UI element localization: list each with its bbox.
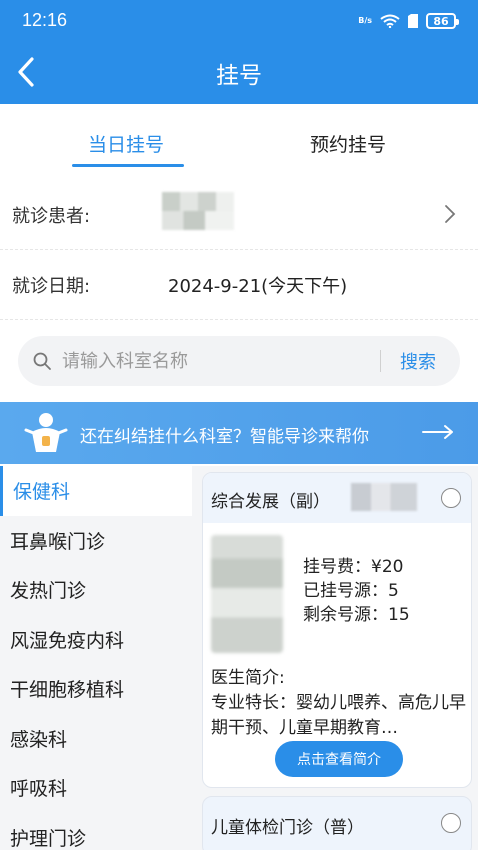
- battery-indicator: 86: [426, 13, 459, 29]
- doctor-title: 综合发展（副）: [211, 492, 330, 512]
- patient-label: 就诊患者:: [12, 206, 91, 227]
- dept-item-nursing[interactable]: 护理门诊: [0, 812, 192, 850]
- tab-bar: 当日挂号 预约挂号: [0, 104, 478, 168]
- dept-item-ent[interactable]: 耳鼻喉门诊: [0, 515, 192, 565]
- dept-item-respiratory[interactable]: 呼吸科: [0, 763, 192, 813]
- remaining-count: 剩余号源：15: [303, 605, 410, 625]
- doctor-name-redacted: [351, 483, 417, 511]
- smart-guide-banner[interactable]: 还在纠结挂什么科室？智能导诊来帮你: [0, 402, 478, 464]
- doctor-panel: 综合发展（副） 挂号费：¥20 已挂号源：5 剩余号源：15 医生简介: 专业特…: [192, 466, 478, 850]
- doctor-card[interactable]: 综合发展（副） 挂号费：¥20 已挂号源：5 剩余号源：15 医生简介: 专业特…: [202, 472, 472, 788]
- arrow-right-icon: [422, 425, 453, 439]
- dept-item-rheumatology[interactable]: 风湿免疫内科: [0, 614, 192, 664]
- visit-date-value: 2024-9-21(今天下午): [168, 276, 348, 297]
- page-title: 挂号: [216, 63, 262, 89]
- status-icons: B/s 86: [358, 10, 459, 32]
- doctor-select-radio[interactable]: [441, 813, 461, 833]
- wifi-icon: [380, 14, 400, 28]
- doctor-intro-label: 医生简介:: [211, 668, 285, 688]
- dept-search-bar: 搜索: [18, 336, 460, 386]
- banner-text: 还在纠结挂什么科室？智能导诊来帮你: [80, 427, 369, 447]
- search-divider: [380, 350, 381, 372]
- doctor-card[interactable]: 儿童体检门诊（普）: [202, 796, 472, 850]
- department-list: 保健科 耳鼻喉门诊 发热门诊 风湿免疫内科 干细胞移植科 感染科 呼吸科 护理门…: [0, 466, 192, 850]
- view-intro-button[interactable]: 点击查看简介: [275, 741, 403, 777]
- doctor-card-header: 综合发展（副）: [203, 473, 471, 523]
- tab-same-day[interactable]: 当日挂号: [88, 130, 164, 157]
- doctor-title: 儿童体检门诊（普）: [211, 818, 364, 838]
- booked-count: 已挂号源：5: [303, 581, 399, 601]
- doctor-photo: [211, 535, 283, 653]
- tab-appointment[interactable]: 预约挂号: [310, 130, 386, 157]
- dept-search-input[interactable]: [62, 348, 382, 374]
- patient-row[interactable]: 就诊患者:: [0, 180, 478, 250]
- doctor-specialty: 专业特长：婴幼儿喂养、高危儿早期干预、儿童早期教育…: [211, 693, 466, 738]
- tab-active-indicator: [72, 164, 184, 167]
- dept-item-fever[interactable]: 发热门诊: [0, 565, 192, 615]
- dept-item-infection[interactable]: 感染科: [0, 713, 192, 763]
- status-time: 12:16: [22, 10, 68, 30]
- patient-name-redacted: [162, 192, 234, 230]
- fee-info: 挂号费：¥20 已挂号源：5 剩余号源：15: [303, 555, 410, 627]
- doctor-select-radio[interactable]: [441, 488, 461, 508]
- network-speed: B/s: [358, 16, 372, 25]
- dept-item-stem-cell[interactable]: 干细胞移植科: [0, 664, 192, 714]
- visit-date-label: 就诊日期:: [12, 276, 91, 297]
- chevron-right-icon: [445, 205, 456, 223]
- search-button[interactable]: 搜索: [400, 348, 436, 374]
- visit-date-row: 就诊日期: 2024-9-21(今天下午): [0, 250, 478, 320]
- search-icon: [33, 352, 51, 370]
- top-bar: 12:16 B/s 86 挂号: [0, 0, 478, 104]
- sim-icon: [408, 14, 418, 28]
- dept-item-baojian[interactable]: 保健科: [0, 466, 192, 516]
- registration-fee: 挂号费：¥20: [303, 557, 404, 577]
- guide-robot-icon: [24, 413, 68, 452]
